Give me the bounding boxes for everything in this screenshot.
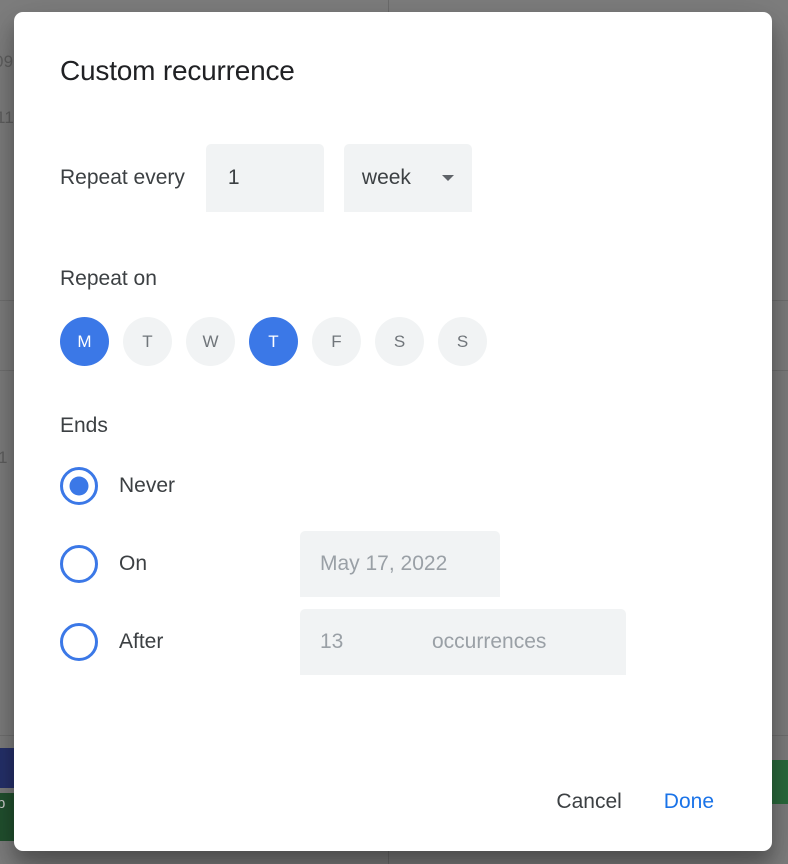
ends-option-after-row: After 13 occurrences — [60, 612, 726, 672]
ends-on-label: On — [119, 552, 147, 576]
dialog-footer: Cancel Done — [60, 780, 726, 851]
day-chip-saturday[interactable]: S — [375, 317, 424, 366]
dialog-title: Custom recurrence — [60, 55, 726, 87]
repeat-frequency-value: week — [362, 166, 436, 190]
backdrop-time-label: 09 — [0, 52, 13, 72]
ends-after-count-value: 13 — [320, 630, 432, 654]
day-chip-wednesday[interactable]: W — [186, 317, 235, 366]
ends-option-never-row: Never — [60, 456, 726, 516]
ends-after-count-unit: occurrences — [432, 630, 546, 654]
day-chip-monday[interactable]: M — [60, 317, 109, 366]
custom-recurrence-dialog: Custom recurrence Repeat every week Repe… — [14, 12, 772, 851]
backdrop-time-label: 1 — [0, 448, 8, 468]
ends-after-count-input[interactable]: 13 occurrences — [300, 609, 626, 675]
chevron-down-icon — [442, 175, 454, 181]
radio-ends-never[interactable] — [60, 467, 98, 505]
repeat-every-row: Repeat every week — [60, 144, 726, 212]
day-chip-tuesday[interactable]: T — [123, 317, 172, 366]
day-chip-sunday[interactable]: S — [438, 317, 487, 366]
repeat-every-label: Repeat every — [60, 166, 185, 190]
day-chip-thursday[interactable]: T — [249, 317, 298, 366]
ends-option-on-row: On May 17, 2022 — [60, 534, 726, 594]
repeat-frequency-select[interactable]: week — [344, 144, 472, 212]
ends-label: Ends — [60, 414, 726, 438]
cancel-button[interactable]: Cancel — [540, 780, 637, 824]
backdrop-time-label: 11 — [0, 108, 14, 128]
backdrop-event-block — [770, 760, 788, 804]
done-button[interactable]: Done — [648, 780, 730, 824]
radio-ends-after[interactable] — [60, 623, 98, 661]
ends-after-label: After — [119, 630, 163, 654]
ends-never-label: Never — [119, 474, 175, 498]
radio-ends-on[interactable] — [60, 545, 98, 583]
day-chip-friday[interactable]: F — [312, 317, 361, 366]
repeat-on-label: Repeat on — [60, 267, 726, 291]
ends-on-date-value: May 17, 2022 — [320, 552, 447, 576]
repeat-on-day-group: M T W T F S S — [60, 317, 726, 366]
repeat-interval-input[interactable] — [206, 144, 324, 212]
ends-on-date-input[interactable]: May 17, 2022 — [300, 531, 500, 597]
